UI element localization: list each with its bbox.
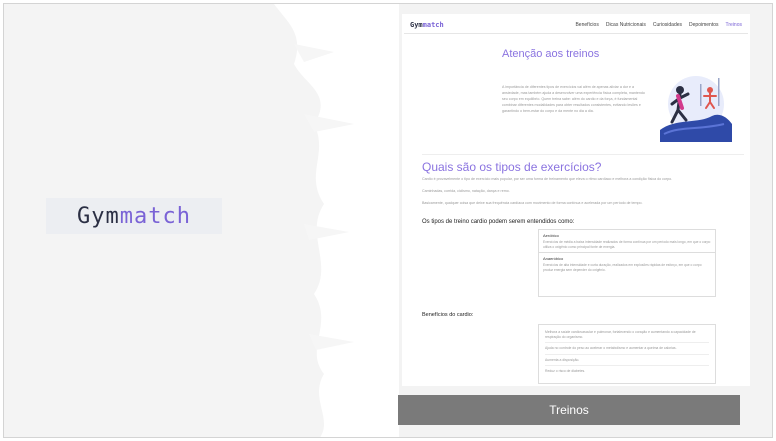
- site-nav-links: Benefícios Dicas Nutricionais Curiosidad…: [575, 22, 742, 28]
- cardio-type-aerobico: Aeróbico Exercícios de média a baixa int…: [539, 230, 715, 252]
- cardio-type-text: Exercícios de alta intensidade e curta d…: [543, 263, 702, 272]
- benefit-item: Ajuda no controle do peso ao acelerar o …: [545, 343, 709, 355]
- slide-caption-bar: Treinos: [398, 395, 740, 425]
- nav-link-dicas-nutricionais[interactable]: Dicas Nutricionais: [606, 22, 646, 28]
- brand-logo-text: Gymmatch: [77, 203, 191, 229]
- nav-link-beneficios[interactable]: Benefícios: [575, 22, 598, 28]
- benefit-item: Melhora a saúde cardiovascular e pulmona…: [545, 327, 709, 344]
- cardio-benefits-heading: Benefícios do cardio:: [422, 312, 474, 318]
- cardio-types-heading: Os tipos de treino cardio podem serem en…: [422, 219, 575, 225]
- cardio-type-anaerobico: Anaeróbico Exercícios de alta intensidad…: [539, 252, 715, 275]
- slide-caption: Treinos: [549, 403, 589, 417]
- cardio-type-title: Anaeróbico: [543, 256, 564, 262]
- cardio-type-title: Aeróbico: [543, 233, 559, 238]
- nav-link-treinos[interactable]: Treinos: [726, 22, 743, 28]
- hero-title: Atenção aos treinos: [502, 48, 600, 60]
- hero-paragraph: A importância de diferentes tipos de exe…: [502, 85, 645, 113]
- runner-illustration: [660, 76, 732, 142]
- exercise-types-title: Quais são os tipos de exercícios?: [422, 160, 602, 174]
- benefit-item: Aumenta a disposição.: [545, 355, 709, 367]
- site-navbar: Gymmatch Benefícios Dicas Nutricionais C…: [404, 16, 748, 34]
- section-divider: [422, 154, 744, 155]
- slide-frame: Gymmatch Gymmatch Benefícios Dicas Nutri…: [3, 3, 773, 438]
- website-screenshot: Gymmatch Benefícios Dicas Nutricionais C…: [402, 14, 750, 386]
- exercise-types-paragraph-1: Cardio é provavelmente o tipo de exercíc…: [422, 177, 673, 181]
- site-logo[interactable]: Gymmatch: [410, 21, 444, 29]
- benefit-item: Reduz o risco de diabetes.: [545, 369, 586, 374]
- cardio-type-text: Exercícios de média a baixa intensidade …: [543, 240, 711, 249]
- nav-link-depoimentos[interactable]: Depoimentos: [689, 22, 718, 28]
- nav-link-curiosidades[interactable]: Curiosidades: [653, 22, 682, 28]
- exercise-types-paragraph-3: Basicamente, qualquer coisa que deixe su…: [422, 201, 643, 205]
- exercise-types-paragraph-2: Caminhadas, corrida, ciclismo, natação, …: [422, 189, 510, 193]
- cardio-benefits-card: Melhora a saúde cardiovascular e pulmona…: [538, 324, 716, 384]
- cardio-types-card: Aeróbico Exercícios de média a baixa int…: [538, 229, 716, 297]
- brand-logo: Gymmatch: [46, 198, 222, 234]
